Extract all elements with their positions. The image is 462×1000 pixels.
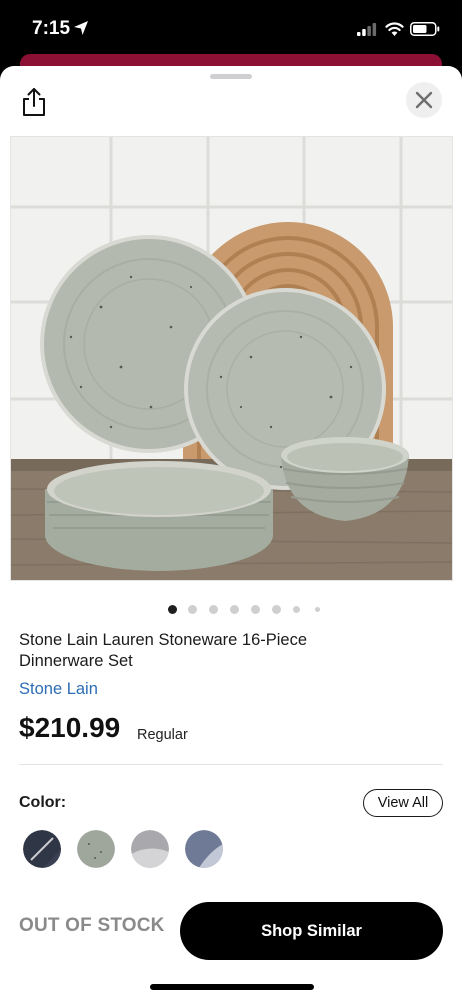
stock-status: OUT OF STOCK xyxy=(19,915,165,936)
gallery-dot[interactable] xyxy=(188,605,197,614)
share-icon[interactable] xyxy=(20,86,48,118)
gallery-dot[interactable] xyxy=(315,607,320,612)
close-button[interactable] xyxy=(406,82,442,118)
gallery-dot[interactable] xyxy=(293,606,300,613)
gallery-dot[interactable] xyxy=(272,605,281,614)
dinnerware-photo xyxy=(11,137,452,580)
color-swatch-sage[interactable] xyxy=(77,830,115,868)
sheet-grabber[interactable] xyxy=(210,74,252,79)
view-all-button[interactable]: View All xyxy=(363,789,443,817)
product-title: Stone Lain Lauren Stoneware 16-Piece Din… xyxy=(19,631,308,670)
status-time: 7:15 xyxy=(32,18,71,39)
color-swatch-navy[interactable] xyxy=(23,830,61,868)
product-quickview-sheet: Stone Lain Lauren Stoneware 16-Piece Din… xyxy=(0,66,462,1000)
battery-icon xyxy=(410,22,440,36)
swatch-sage-image xyxy=(77,830,115,868)
swatch-blue-image xyxy=(185,830,223,868)
gallery-dot[interactable] xyxy=(168,605,177,614)
home-indicator xyxy=(150,984,314,990)
gallery-pagination xyxy=(0,602,462,616)
wifi-icon xyxy=(385,22,404,36)
product-image[interactable] xyxy=(10,136,453,581)
shop-similar-button[interactable]: Shop Similar xyxy=(180,902,443,960)
color-swatch-grey[interactable] xyxy=(131,830,169,868)
product-price: $210.99 xyxy=(19,712,121,743)
gallery-dot[interactable] xyxy=(209,605,218,614)
swatch-grey-image xyxy=(131,830,169,868)
cellular-signal-icon xyxy=(357,23,377,36)
color-swatch-blue[interactable] xyxy=(185,830,223,868)
gallery-dot[interactable] xyxy=(251,605,260,614)
gallery-dot[interactable] xyxy=(230,605,239,614)
swatch-navy-image xyxy=(23,830,61,868)
divider xyxy=(19,764,443,765)
close-icon xyxy=(415,91,433,109)
status-bar: 7:15 xyxy=(0,0,462,58)
brand-link[interactable]: Stone Lain xyxy=(19,680,98,699)
location-arrow-icon xyxy=(74,21,88,35)
color-label: Color: xyxy=(19,794,67,811)
price-type-label: Regular xyxy=(137,727,188,743)
